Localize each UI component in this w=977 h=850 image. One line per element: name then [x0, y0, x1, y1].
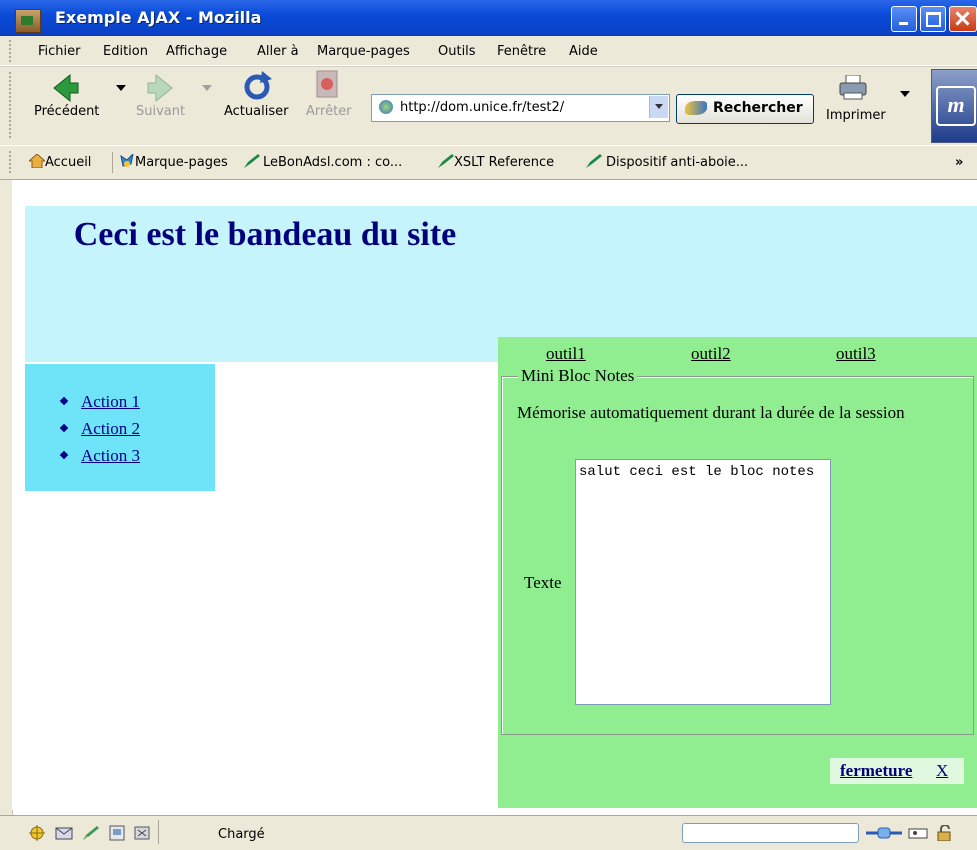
toolbar-grip[interactable] — [9, 151, 15, 173]
composer-icon[interactable] — [82, 825, 100, 841]
search-label: Rechercher — [713, 100, 803, 116]
print-label: Imprimer — [826, 108, 886, 123]
forward-dropdown-icon[interactable] — [202, 85, 212, 91]
notes-textarea[interactable]: salut ceci est le bloc notes — [575, 459, 831, 705]
app-icon[interactable] — [15, 9, 41, 33]
online-status-icon[interactable] — [866, 825, 902, 841]
close-panel-button[interactable]: fermeture X — [830, 758, 964, 784]
reload-icon — [244, 71, 272, 100]
tools-panel: outil1 outil2 outil3 Mini Bloc Notes Mém… — [498, 337, 977, 808]
list-item: Action 3 — [61, 442, 140, 469]
mozilla-throbber-logo[interactable]: m — [931, 69, 977, 143]
notes-description: Mémorise automatiquement durant la durée… — [517, 403, 905, 422]
title-bar[interactable]: Exemple AJAX - Mozilla — [0, 0, 977, 36]
security-lock-icon[interactable] — [935, 825, 957, 841]
close-button[interactable] — [949, 6, 977, 32]
reload-label: Actualiser — [224, 104, 289, 119]
search-button[interactable]: Rechercher — [676, 94, 814, 124]
back-button[interactable]: Précédent — [30, 67, 100, 137]
bookmark-page-icon — [586, 154, 602, 168]
menu-aller[interactable]: Aller à — [257, 44, 299, 59]
menu-fenetre[interactable]: Fenêtre — [497, 44, 546, 59]
bookmark-page-icon — [244, 154, 260, 168]
url-input[interactable]: http://dom.unice.fr/test2/ — [400, 100, 564, 115]
menu-aide[interactable]: Aide — [569, 44, 598, 59]
back-arrow-icon — [53, 73, 79, 103]
print-button[interactable]: Imprimer — [820, 67, 890, 137]
cookie-icon[interactable] — [907, 825, 931, 841]
bookmarks-folder-icon — [120, 154, 134, 167]
menu-affichage[interactable]: Affichage — [166, 44, 227, 59]
tool-2-link[interactable]: outil2 — [691, 344, 731, 364]
notes-label: Texte — [524, 573, 562, 592]
menu-outils[interactable]: Outils — [438, 44, 476, 59]
menu-marque-pages[interactable]: Marque-pages — [317, 44, 410, 59]
action-2-link[interactable]: Action 2 — [81, 419, 140, 438]
stop-label: Arrêter — [306, 104, 352, 119]
bookmark-lebonadsl[interactable]: LeBonAdsl.com : co... — [263, 155, 402, 170]
page-content: Ceci est le bandeau du site Action 1 Act… — [12, 180, 977, 810]
notes-fieldset: Mini Bloc Notes Mémorise automatiquement… — [501, 366, 974, 735]
bookmark-marque-pages[interactable]: Marque-pages — [135, 155, 228, 170]
forward-button[interactable]: Suivant — [128, 67, 198, 137]
back-dropdown-icon[interactable] — [116, 85, 126, 91]
navigator-icon[interactable] — [28, 825, 46, 841]
status-text: Chargé — [218, 827, 265, 842]
list-item: Action 2 — [61, 415, 140, 442]
forward-arrow-icon — [147, 73, 173, 103]
stop-button[interactable]: Arrêter — [300, 67, 360, 137]
home-icon — [29, 154, 45, 168]
banner-title: Ceci est le bandeau du site — [73, 216, 457, 253]
action-3-link[interactable]: Action 3 — [81, 446, 140, 465]
bookmark-accueil[interactable]: Accueil — [45, 155, 91, 170]
reload-button[interactable]: Actualiser — [216, 67, 296, 137]
menu-bar: Fichier Edition Affichage Aller à Marque… — [0, 36, 977, 66]
tool-1-link[interactable]: outil1 — [546, 344, 586, 364]
bookmarks-toolbar: Accueil Marque-pages LeBonAdsl.com : co.… — [0, 145, 977, 180]
back-label: Précédent — [34, 104, 100, 119]
window-title: Exemple AJAX - Mozilla — [55, 8, 262, 27]
close-x-icon: X — [936, 761, 949, 780]
bookmark-dispositif[interactable]: Dispositif anti-aboie... — [606, 155, 748, 170]
minimize-button[interactable] — [891, 6, 917, 32]
mail-icon[interactable] — [55, 825, 73, 841]
forward-label: Suivant — [136, 104, 186, 119]
status-bar: Chargé — [0, 815, 977, 850]
progress-bar — [682, 823, 859, 843]
bookmarks-overflow-chevron[interactable]: » — [955, 155, 963, 170]
printer-icon — [839, 75, 867, 100]
tool-3-link[interactable]: outil3 — [836, 344, 876, 364]
menu-fichier[interactable]: Fichier — [38, 44, 81, 59]
chatzilla-icon[interactable] — [133, 825, 151, 841]
close-label: fermeture — [840, 761, 913, 780]
toolbar-grip[interactable] — [9, 72, 15, 138]
side-menu: Action 1 Action 2 Action 3 — [25, 364, 215, 491]
search-icon — [685, 101, 707, 115]
url-dropdown-icon[interactable] — [649, 96, 668, 118]
toolbar-grip[interactable] — [9, 40, 15, 62]
list-item: Action 1 — [61, 388, 140, 415]
action-1-link[interactable]: Action 1 — [81, 392, 140, 411]
m-logo-icon: m — [936, 86, 976, 126]
menu-edition[interactable]: Edition — [103, 44, 148, 59]
address-book-icon[interactable] — [108, 825, 126, 841]
status-separator — [158, 820, 159, 844]
url-bar[interactable]: http://dom.unice.fr/test2/ — [371, 94, 670, 122]
stop-icon — [316, 70, 338, 98]
bookmark-page-icon — [438, 154, 454, 168]
maximize-button[interactable] — [920, 6, 946, 32]
navigation-toolbar: Précédent Suivant Actualiser Arrêter htt… — [0, 66, 977, 146]
notes-legend: Mini Bloc Notes — [518, 366, 638, 386]
bookmark-xslt-reference[interactable]: XSLT Reference — [454, 155, 554, 170]
bookmark-separator — [112, 152, 113, 173]
print-dropdown-icon[interactable] — [900, 91, 910, 97]
site-icon — [379, 100, 393, 114]
